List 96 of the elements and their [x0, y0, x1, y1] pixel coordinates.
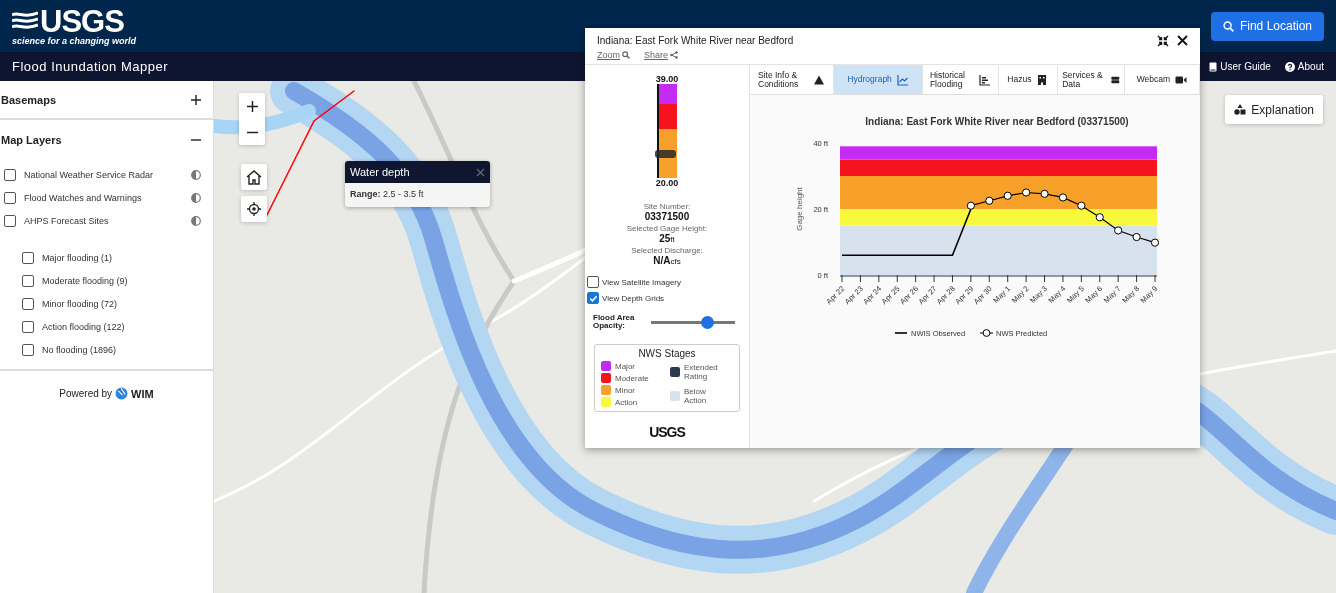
checkbox[interactable] — [4, 191, 16, 204]
usgs-logo: USGS — [649, 424, 685, 440]
checkbox[interactable] — [587, 276, 599, 288]
info-value: 25ft — [659, 233, 675, 244]
checkbox[interactable] — [4, 168, 16, 181]
legend-label: Extended Rating — [684, 363, 719, 381]
help-icon — [1284, 61, 1295, 72]
building-icon — [1036, 73, 1049, 86]
info-label: Selected Gage Height: — [626, 224, 708, 233]
tab[interactable]: Hydrograph — [834, 65, 924, 94]
nav-link[interactable]: About — [1284, 61, 1324, 72]
popup-text: Range: 2.5 - 3.5 ft — [350, 189, 424, 199]
contrast-icon[interactable] — [191, 192, 201, 203]
gauge-max: 39.00 — [655, 74, 679, 84]
point — [966, 201, 975, 210]
point — [1132, 232, 1141, 242]
logo-text: USGS — [40, 6, 124, 37]
globe-icon — [115, 387, 129, 400]
info-value: N/Acfs — [653, 255, 681, 266]
share-icon — [670, 51, 679, 59]
checkbox[interactable] — [22, 297, 34, 310]
point — [1114, 226, 1123, 235]
info-label: Selected Discharge: — [631, 246, 703, 255]
search-icon — [622, 51, 630, 59]
info-value: 03371500 — [644, 211, 690, 222]
layer-label: No flooding (1896) — [42, 344, 118, 355]
point — [1022, 188, 1031, 197]
logo-tagline: science for a changing world — [12, 37, 137, 46]
legend-label: Below Action — [684, 387, 708, 405]
usgs-logo[interactable]: USGS science for a changing world — [12, 6, 137, 46]
powered-by-text: Powered by — [59, 388, 113, 399]
point — [1058, 193, 1068, 202]
point — [1003, 191, 1012, 200]
slider-label: Flood Area Opacity: — [593, 314, 636, 330]
share-link[interactable]: Share — [644, 50, 679, 60]
option-label: View Depth Grids — [602, 293, 665, 303]
plus-icon — [246, 100, 258, 112]
checkbox[interactable] — [587, 292, 599, 304]
checkbox[interactable] — [22, 251, 34, 264]
gauge-track[interactable] — [657, 84, 677, 178]
layer-label: Moderate flooding (9) — [42, 275, 129, 286]
checkbox[interactable] — [22, 274, 34, 287]
legend-label: Moderate — [615, 373, 649, 383]
legend-label: Action — [615, 397, 638, 407]
crosshair-icon — [247, 202, 261, 216]
legend-title: NWS Stages — [638, 348, 696, 359]
expand-icon[interactable] — [191, 94, 201, 105]
contrast-icon[interactable] — [191, 215, 201, 226]
slider-thumb[interactable] — [701, 315, 715, 329]
point — [1095, 213, 1104, 222]
shapes-icon — [1234, 104, 1247, 115]
search-icon — [1222, 20, 1234, 32]
checkbox[interactable] — [22, 343, 34, 356]
find-location-button[interactable]: Find Location — [1210, 11, 1324, 41]
layer-label: Action flooding (122) — [42, 321, 126, 332]
layer-label: Minor flooding (72) — [42, 298, 119, 309]
info-label: Site Number: — [643, 202, 691, 211]
section-title[interactable]: Basemaps — [1, 93, 57, 106]
legend-label: Major — [615, 361, 635, 371]
checkbox[interactable] — [4, 214, 16, 227]
axis-label: Gage height — [795, 187, 804, 231]
layer-label: Flood Watches and Warnings — [24, 192, 143, 203]
explanation-button[interactable]: Explanation — [1225, 95, 1323, 124]
home-button[interactable] — [241, 164, 267, 190]
nav-link[interactable]: User Guide — [1209, 61, 1271, 72]
panel-title: Indiana: East Fork White River near Bedford — [597, 35, 794, 46]
collapse-icon[interactable] — [1157, 35, 1169, 47]
triangle-icon — [813, 73, 825, 86]
option-label: View Satellite Imagery — [602, 277, 681, 287]
contrast-icon[interactable] — [191, 169, 201, 180]
home-icon — [246, 169, 262, 185]
line-chart-icon — [896, 73, 909, 86]
locate-button[interactable] — [241, 196, 267, 222]
zoom-in-button[interactable] — [239, 93, 265, 119]
checkbox[interactable] — [22, 320, 34, 333]
layer-label: Major flooding (1) — [42, 252, 114, 263]
brand-text[interactable]: WIM — [131, 387, 154, 400]
gauge-thumb[interactable] — [655, 149, 676, 158]
bar-chart-icon — [978, 73, 991, 86]
gauge-min: 20.00 — [655, 178, 679, 188]
app-title: Flood Inundation Mapper — [12, 59, 169, 74]
point — [1150, 238, 1160, 247]
legend-label: Minor — [615, 385, 635, 395]
legend-line-icon — [894, 332, 908, 334]
popup-title: Water depth — [350, 166, 410, 178]
section-title[interactable]: Map Layers — [1, 133, 62, 146]
chart-title: Indiana: East Fork White River near Bedford (03371500) — [865, 116, 1129, 127]
zoom-link[interactable]: Zoom — [597, 50, 630, 60]
point — [1077, 201, 1086, 210]
layer-label: AHPS Forecast Sites — [24, 215, 110, 226]
point — [1040, 189, 1049, 198]
book-icon — [1209, 61, 1218, 72]
legend-marker-icon — [979, 329, 994, 337]
close-icon[interactable] — [1177, 35, 1188, 46]
point — [985, 196, 994, 205]
layer-label: National Weather Service Radar — [24, 169, 154, 180]
